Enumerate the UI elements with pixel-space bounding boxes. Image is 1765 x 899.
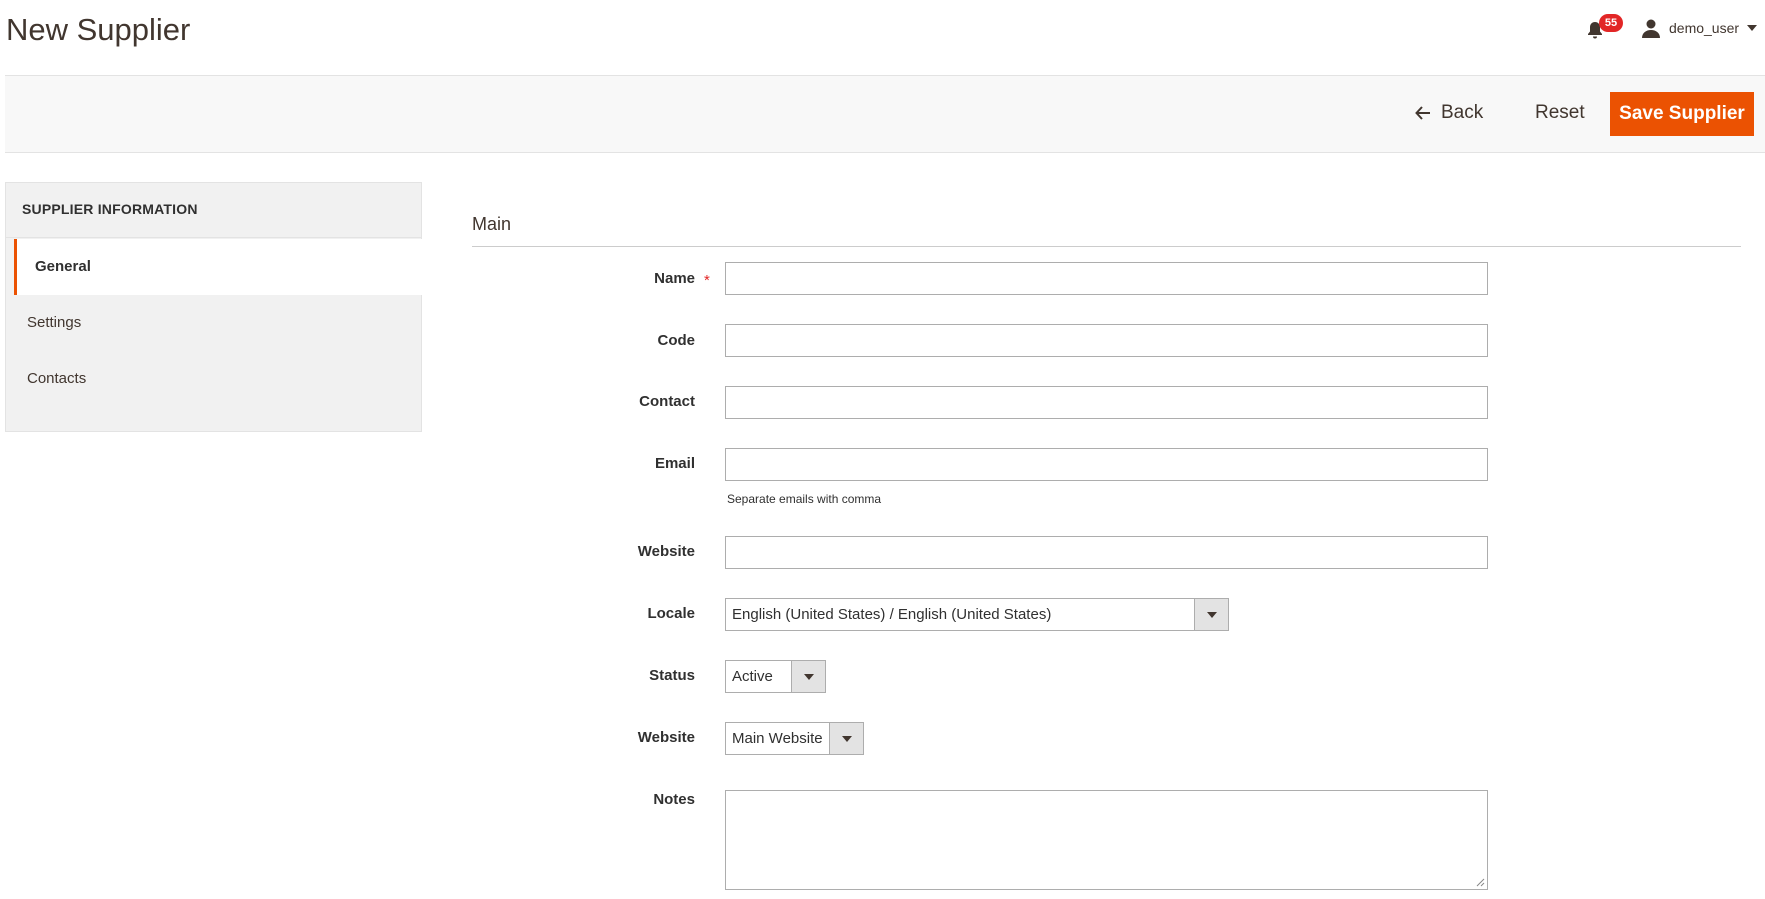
status-label: Status: [649, 667, 695, 684]
sidebar-item-contacts[interactable]: Contacts: [6, 351, 421, 407]
user-menu[interactable]: demo_user: [1641, 16, 1758, 40]
section-title: Main: [472, 214, 512, 234]
notification-count-badge: 55: [1599, 14, 1623, 32]
status-select[interactable]: Active: [725, 660, 826, 693]
back-button[interactable]: Back: [1415, 98, 1483, 128]
code-input[interactable]: [725, 324, 1488, 357]
locale-label: Locale: [647, 605, 695, 622]
resize-handle-icon[interactable]: [1475, 877, 1485, 887]
notes-textarea[interactable]: [725, 790, 1488, 890]
save-supplier-button[interactable]: Save Supplier: [1610, 92, 1754, 136]
required-marker: *: [704, 272, 710, 289]
contact-input[interactable]: [725, 386, 1488, 419]
chevron-down-icon: [791, 661, 825, 692]
locale-select[interactable]: English (United States) / English (Unite…: [725, 598, 1229, 631]
notes-label: Notes: [653, 791, 695, 808]
back-button-label: Back: [1441, 102, 1484, 123]
arrow-left-icon: [1415, 106, 1430, 120]
section-divider: [472, 246, 1741, 247]
page-actions-bar: Back Reset Save Supplier: [5, 75, 1765, 153]
user-name: demo_user: [1669, 20, 1740, 36]
reset-button[interactable]: Reset: [1535, 98, 1585, 128]
chevron-down-icon: [1194, 599, 1228, 630]
sidebar-title: SUPPLIER INFORMATION: [6, 183, 421, 238]
notifications-button[interactable]: 55: [1585, 14, 1623, 44]
sidebar-item-settings[interactable]: Settings: [6, 295, 421, 351]
supplier-info-tabs: SUPPLIER INFORMATION General Settings Co…: [5, 182, 422, 432]
user-icon: [1642, 19, 1660, 38]
contact-label: Contact: [639, 393, 695, 410]
website-input[interactable]: [725, 536, 1488, 569]
email-label: Email: [654, 455, 695, 472]
locale-select-value: English (United States) / English (Unite…: [732, 606, 1052, 623]
page-header: New Supplier 55 demo_user: [0, 0, 1765, 76]
status-select-value: Active: [732, 668, 773, 685]
sidebar-item-general[interactable]: General: [14, 239, 422, 295]
website-select-label: Website: [637, 729, 695, 746]
email-input[interactable]: [725, 448, 1488, 481]
code-label: Code: [657, 332, 696, 349]
chevron-down-icon: [1747, 25, 1758, 31]
email-note: Separate emails with comma: [727, 492, 882, 506]
name-input[interactable]: [725, 262, 1488, 295]
name-label: Name: [654, 270, 695, 287]
chevron-down-icon: [829, 723, 863, 754]
page-title: New Supplier: [6, 12, 191, 47]
website-select[interactable]: Main Website: [725, 722, 864, 755]
website-select-value: Main Website: [732, 730, 823, 747]
website-label: Website: [637, 543, 695, 560]
